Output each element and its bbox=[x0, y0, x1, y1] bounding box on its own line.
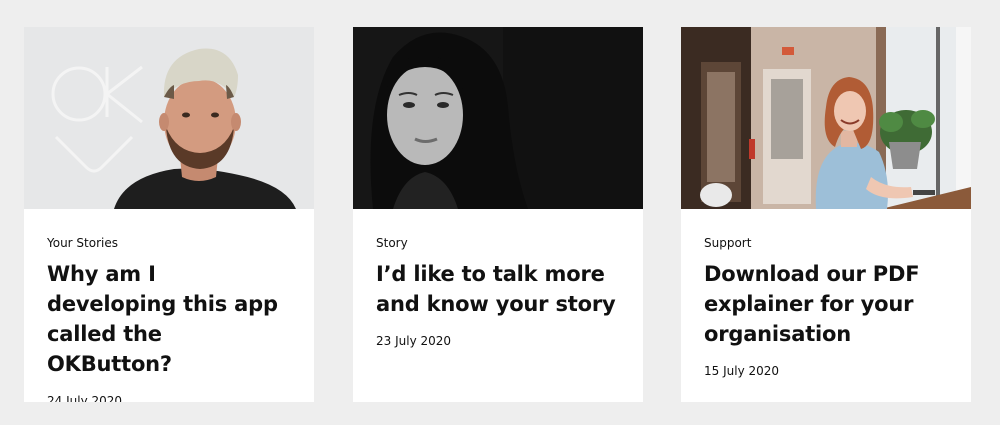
article-card-pdf-explainer[interactable]: Support Download our PDF explainer for y… bbox=[681, 27, 971, 402]
article-title[interactable]: I’d like to talk more and know your stor… bbox=[376, 259, 620, 319]
article-date: 23 July 2020 bbox=[376, 334, 452, 348]
article-date: 24 July 2020 bbox=[47, 394, 123, 402]
article-category: Story bbox=[376, 236, 408, 250]
article-title[interactable]: Download our PDF explainer for your orga… bbox=[704, 259, 948, 349]
article-card-talk-story[interactable]: Story I’d like to talk more and know you… bbox=[353, 27, 643, 402]
woman-portrait-image bbox=[353, 27, 643, 209]
man-portrait-image bbox=[24, 27, 314, 209]
article-card-body: Your Stories Why am I developing this ap… bbox=[24, 209, 314, 402]
article-category: Your Stories bbox=[47, 236, 118, 250]
article-card-body: Support Download our PDF explainer for y… bbox=[681, 209, 971, 379]
article-card-body: Story I’d like to talk more and know you… bbox=[353, 209, 643, 349]
article-photo-woman-cafe[interactable] bbox=[681, 27, 971, 209]
woman-cafe-image bbox=[681, 27, 971, 209]
article-grid: Your Stories Why am I developing this ap… bbox=[0, 0, 1000, 425]
article-title[interactable]: Why am I developing this app called the … bbox=[47, 259, 291, 379]
article-category: Support bbox=[704, 236, 752, 250]
article-photo-man[interactable] bbox=[24, 27, 314, 209]
article-card-okbutton[interactable]: Your Stories Why am I developing this ap… bbox=[24, 27, 314, 402]
article-photo-woman-dark[interactable] bbox=[353, 27, 643, 209]
article-date: 15 July 2020 bbox=[704, 364, 780, 378]
